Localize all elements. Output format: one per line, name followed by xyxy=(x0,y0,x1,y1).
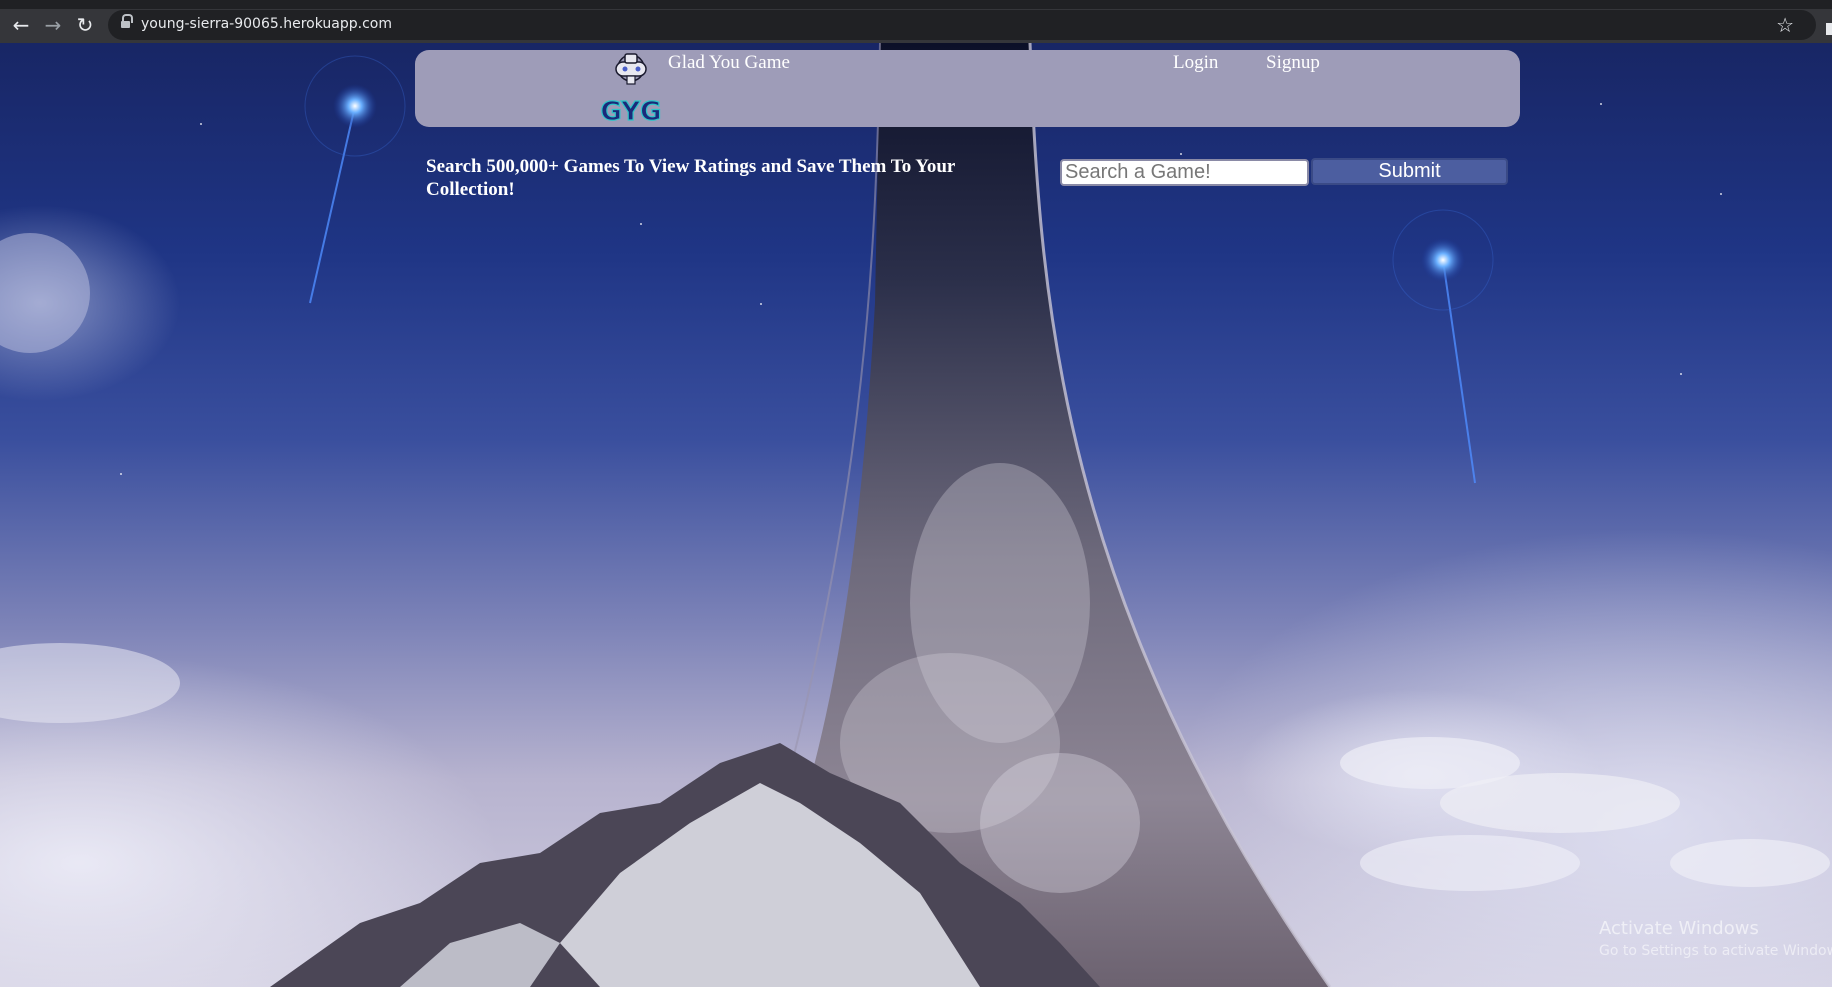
controller-fist-icon: GYG xyxy=(600,53,662,128)
site-header: GYG Glad You Game Login Signup xyxy=(415,50,1520,128)
activate-windows-subtitle: Go to Settings to activate Windows. xyxy=(1599,943,1832,959)
gyg-logo[interactable]: GYG xyxy=(594,52,668,128)
logo-text: GYG xyxy=(601,97,662,125)
reload-icon[interactable]: ↻ xyxy=(74,14,96,36)
url-text[interactable]: young-sierra-90065.herokuapp.com xyxy=(141,16,392,32)
address-bar[interactable]: young-sierra-90065.herokuapp.com ☆ xyxy=(108,10,1816,40)
brand-name: Glad You Game xyxy=(668,52,790,73)
signup-link[interactable]: Signup xyxy=(1266,52,1320,74)
back-arrow-icon[interactable]: ← xyxy=(10,14,32,36)
forward-arrow-icon[interactable]: → xyxy=(42,14,64,36)
browser-toolbar: ← → ↻ young-sierra-90065.herokuapp.com ☆ xyxy=(0,0,1832,43)
activate-windows-title: Activate Windows xyxy=(1599,918,1759,939)
search-tagline: Search 500,000+ Games To View Ratings an… xyxy=(426,156,956,200)
extension-icon[interactable] xyxy=(1826,23,1832,35)
submit-button[interactable]: Submit xyxy=(1311,158,1508,185)
bookmark-star-icon[interactable]: ☆ xyxy=(1776,13,1794,37)
login-link[interactable]: Login xyxy=(1173,52,1218,74)
game-search-input[interactable] xyxy=(1060,159,1309,186)
lock-icon[interactable] xyxy=(121,14,133,30)
